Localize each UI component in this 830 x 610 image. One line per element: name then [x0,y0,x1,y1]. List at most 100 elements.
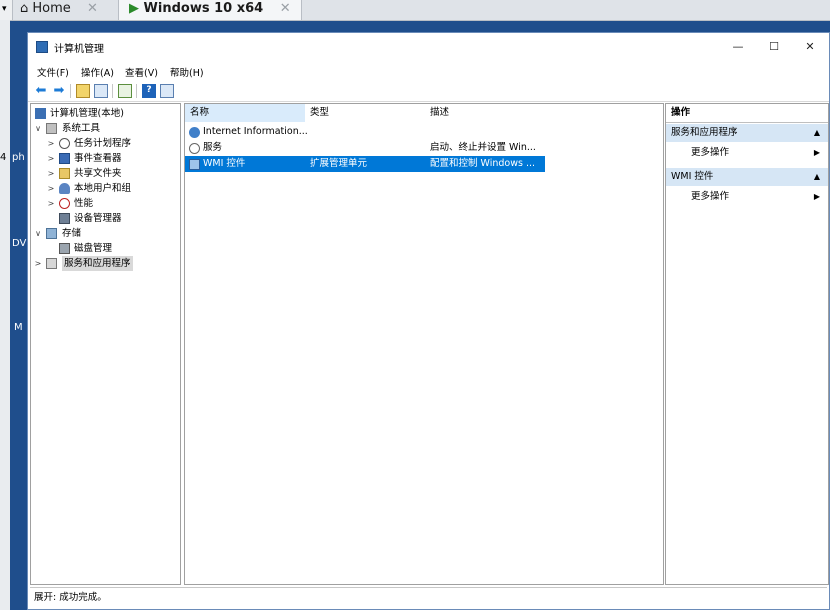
more-actions-item[interactable]: 更多操作 ▶ [666,188,828,206]
column-header-description[interactable]: 描述 [425,104,545,122]
column-header-type[interactable]: 类型 [305,104,425,122]
column-header-name[interactable]: 名称 [185,104,305,122]
export-list-icon[interactable] [118,84,132,98]
tab-home[interactable]: ⌂ Home ✕ [20,0,98,20]
tree-item-label: 系统工具 [62,123,101,134]
actions-section-wmi[interactable]: WMI 控件 ▲ [666,168,828,186]
computer-management-icon [36,41,48,53]
desktop-fragment: 4 [0,152,7,163]
vm-tab-bar: ▾ ⌂ Home ✕ ▶ Windows 10 x64 ✕ [0,0,830,21]
more-actions-label: 更多操作 [691,147,730,158]
computer-management-icon [35,108,46,119]
actions-header: 操作 [666,104,828,123]
services-apps-icon [46,258,57,269]
collapse-icon[interactable]: ▲ [814,168,820,186]
event-viewer-icon [59,153,70,164]
desktop-fragment: ph [12,152,25,163]
list-item-description: 配置和控制 Windows ... [430,158,536,169]
close-icon[interactable]: ✕ [280,1,291,16]
toolbar-separator [112,84,113,98]
chevron-right-icon[interactable]: > [46,196,56,211]
close-button[interactable]: ✕ [795,37,825,57]
actions-section-title: 服务和应用程序 [671,127,738,138]
tree-item-label: 服务和应用程序 [62,256,133,271]
minimize-button[interactable]: — [723,37,753,57]
tree-item-label: 共享文件夹 [74,168,122,179]
chevron-down-icon: ▾ [2,4,7,14]
forward-arrow-icon[interactable]: ➡ [52,84,66,98]
close-icon[interactable]: ✕ [87,1,98,16]
status-bar: 展开: 成功完成。 [30,587,827,608]
chevron-right-icon[interactable]: > [46,136,56,151]
chevron-right-icon: ▶ [813,192,820,201]
list-item-name: 服务 [203,142,223,153]
list-item[interactable]: 服务 启动、终止并设置 Win... [185,140,545,156]
tab-home-label: Home [32,1,71,16]
menu-help[interactable]: 帮助(H) [170,65,204,79]
tree-item-label: 任务计划程序 [74,138,132,149]
title-bar[interactable]: 计算机管理 — ☐ ✕ [28,33,829,61]
tree-item-label: 磁盘管理 [74,243,113,254]
vm-menu-dropdown[interactable]: ▾ [0,0,13,20]
help-icon[interactable]: ? [142,84,156,98]
computer-management-window: 计算机管理 — ☐ ✕ 文件(F) 操作(A) 查看(V) 帮助(H) ⬅ ➡ … [27,32,830,610]
list-item-description: 启动、终止并设置 Win... [430,142,536,153]
more-actions-item[interactable]: 更多操作 ▶ [666,144,828,162]
vm-sidebar-strip [0,20,10,610]
toolbar-separator [70,84,71,98]
tree-item-label: 设备管理器 [74,213,122,224]
properties-pane-icon[interactable] [160,84,174,98]
list-item-name: WMI 控件 [203,158,246,169]
actions-section-title: WMI 控件 [671,171,714,182]
users-icon [59,183,70,194]
vm-play-icon: ▶ [129,1,139,16]
chevron-down-icon[interactable]: ∨ [33,121,43,136]
collapse-icon[interactable]: ▲ [814,124,820,142]
disk-icon [59,243,70,254]
chevron-right-icon[interactable]: > [46,151,56,166]
tools-icon [46,123,57,134]
chevron-right-icon[interactable]: > [33,256,43,271]
tree-item-label: 事件查看器 [74,153,122,164]
tree-item-label: 本地用户和组 [74,183,132,194]
tree-item-label: 计算机管理(本地) [50,108,124,119]
clock-icon [59,138,70,149]
shared-folder-icon [59,168,70,179]
device-manager-icon [59,213,70,224]
iis-icon [189,127,200,138]
gear-icon [189,143,200,154]
chevron-right-icon: ▶ [813,148,820,157]
chevron-right-icon[interactable]: > [46,166,56,181]
storage-icon [46,228,57,239]
show-hide-tree-icon[interactable] [94,84,108,98]
wmi-control-icon [189,159,200,170]
menu-action[interactable]: 操作(A) [81,65,114,79]
actions-pane: 操作 服务和应用程序 ▲ 更多操作 ▶ WMI 控件 ▲ 更多操作 ▶ [665,103,829,585]
desktop-fragment: DV [12,238,27,249]
toolbar: ⬅ ➡ ? [28,81,829,102]
window-title: 计算机管理 [54,44,104,55]
tab-vm-label: Windows 10 x64 [143,1,264,16]
list-item[interactable]: Internet Information... [185,124,545,140]
list-item-name: Internet Information... [203,126,308,137]
up-folder-icon[interactable] [76,84,90,98]
console-tree: 计算机管理(本地) ∨ 系统工具 > 任务计划程序 > 事件查看器 > 共享文件… [30,103,181,585]
chevron-right-icon[interactable]: > [46,181,56,196]
performance-icon [59,198,70,209]
back-arrow-icon[interactable]: ⬅ [34,84,48,98]
menu-view[interactable]: 查看(V) [125,65,158,79]
home-icon: ⌂ [20,1,29,16]
tree-item-label: 存储 [62,228,82,239]
results-list: 名称 类型 描述 Internet Information... 服务 启动、终… [184,103,664,585]
actions-section-services[interactable]: 服务和应用程序 ▲ [666,124,828,142]
menu-file[interactable]: 文件(F) [37,65,69,79]
chevron-down-icon[interactable]: ∨ [33,226,43,241]
maximize-button[interactable]: ☐ [759,37,789,57]
list-item[interactable]: WMI 控件 扩展管理单元 配置和控制 Windows ... [185,156,545,172]
desktop-fragment: M [14,322,23,333]
menu-bar: 文件(F) 操作(A) 查看(V) 帮助(H) [28,61,829,81]
more-actions-label: 更多操作 [691,191,730,202]
tab-windows-vm[interactable]: ▶ Windows 10 x64 ✕ [118,0,302,20]
tree-item-label: 性能 [74,198,94,209]
list-item-type: 扩展管理单元 [310,158,368,169]
